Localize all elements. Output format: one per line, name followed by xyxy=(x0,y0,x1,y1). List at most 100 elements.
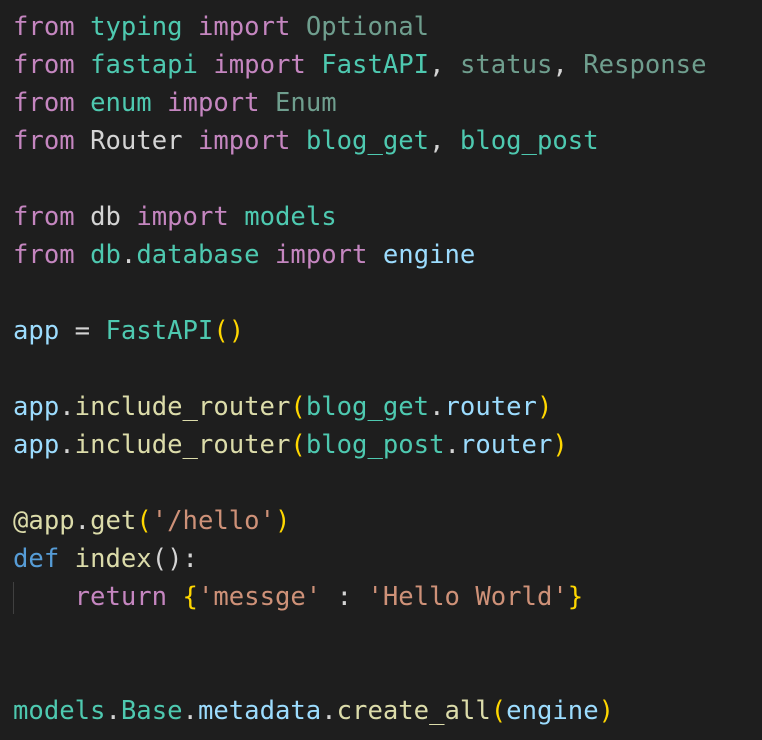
code-line[interactable]: from typing import Optional xyxy=(13,8,429,46)
code-token: . xyxy=(59,392,75,422)
code-line[interactable]: from enum import Enum xyxy=(13,84,337,122)
code-line[interactable]: def index(): xyxy=(13,540,198,578)
code-line[interactable]: from db import models xyxy=(13,198,337,236)
code-token: import xyxy=(197,126,291,156)
code-token: import xyxy=(136,202,229,232)
code-token: . xyxy=(74,506,91,536)
code-token: import xyxy=(213,50,306,80)
code-token: router xyxy=(444,392,537,422)
code-token: { xyxy=(182,582,198,612)
code-token: from xyxy=(13,126,75,156)
code-token: import xyxy=(167,88,260,118)
code-token: ) xyxy=(552,430,568,460)
code-token: include_router xyxy=(74,392,291,422)
code-token: . xyxy=(105,696,121,726)
code-line[interactable]: models.Base.metadata.create_all(engine) xyxy=(13,692,614,730)
code-token: create_all xyxy=(336,696,491,726)
code-line[interactable]: from db.database import engine xyxy=(13,236,475,274)
code-token: } xyxy=(567,582,584,612)
code-token: ) xyxy=(275,506,291,536)
code-token: , xyxy=(429,50,460,80)
code-line[interactable]: from Router import blog_get, blog_post xyxy=(13,122,599,160)
code-line[interactable]: app.include_router(blog_get.router) xyxy=(13,388,552,426)
code-token: fastapi xyxy=(90,50,198,80)
code-token: models xyxy=(244,202,337,232)
code-token: db xyxy=(90,202,121,232)
code-token: . xyxy=(120,240,137,270)
code-token: from xyxy=(13,240,75,270)
code-token: from xyxy=(13,88,75,118)
code-token: 'messge' xyxy=(197,582,322,612)
code-token: from xyxy=(13,202,75,232)
code-line[interactable]: app = FastAPI() xyxy=(13,312,244,350)
code-token: import xyxy=(197,12,291,42)
code-token: app xyxy=(13,430,60,460)
code-token: router xyxy=(459,430,553,460)
code-token: FastAPI xyxy=(321,50,430,80)
code-token: engine xyxy=(382,240,476,270)
code-token: ( xyxy=(290,392,306,422)
code-token: enum xyxy=(90,88,152,118)
code-token: blog_post xyxy=(459,126,599,156)
code-token: , xyxy=(552,50,584,80)
code-token: 'Hello World' xyxy=(367,582,568,612)
code-token: '/hello' xyxy=(151,506,276,536)
code-token: app xyxy=(28,506,75,536)
code-token: , xyxy=(429,126,460,156)
code-token: Router xyxy=(90,126,183,156)
code-token: index xyxy=(74,544,152,574)
code-token: ( xyxy=(136,506,152,536)
code-token: app xyxy=(13,316,60,346)
code-line[interactable]: @app.get('/hello') xyxy=(13,502,290,540)
code-token: models xyxy=(13,696,106,726)
code-line[interactable]: app.include_router(blog_post.router) xyxy=(13,426,568,464)
code-token: . xyxy=(444,430,460,460)
code-token: return xyxy=(74,582,168,612)
code-token: import xyxy=(275,240,368,270)
code-token: include_router xyxy=(74,430,291,460)
code-token: app xyxy=(13,392,60,422)
code-token: db xyxy=(90,240,121,270)
code-token: FastAPI xyxy=(105,316,214,346)
code-token: metadata xyxy=(197,696,322,726)
code-token: blog_get xyxy=(305,392,430,422)
code-token: . xyxy=(429,392,445,422)
code-token: status xyxy=(459,50,553,80)
code-token: @ xyxy=(13,506,29,536)
code-line[interactable]: from fastapi import FastAPI, status, Res… xyxy=(13,46,707,84)
code-token: Response xyxy=(583,50,707,80)
code-token: blog_get xyxy=(305,126,430,156)
code-token: get xyxy=(90,506,137,536)
code-token: ( xyxy=(490,696,507,726)
code-editor[interactable]: from typing import Optional from fastapi … xyxy=(0,0,762,740)
code-token: Base xyxy=(120,696,183,726)
code-line[interactable]: return {'messge' : 'Hello World'} xyxy=(13,578,584,616)
code-token: Optional xyxy=(305,12,430,42)
code-token: . xyxy=(59,430,75,460)
code-token: ) xyxy=(598,696,615,726)
code-token: (): xyxy=(151,544,198,574)
code-token: blog_post xyxy=(305,430,445,460)
code-token: ( xyxy=(290,430,306,460)
code-token: ) xyxy=(536,392,553,422)
code-token: database xyxy=(136,240,260,270)
